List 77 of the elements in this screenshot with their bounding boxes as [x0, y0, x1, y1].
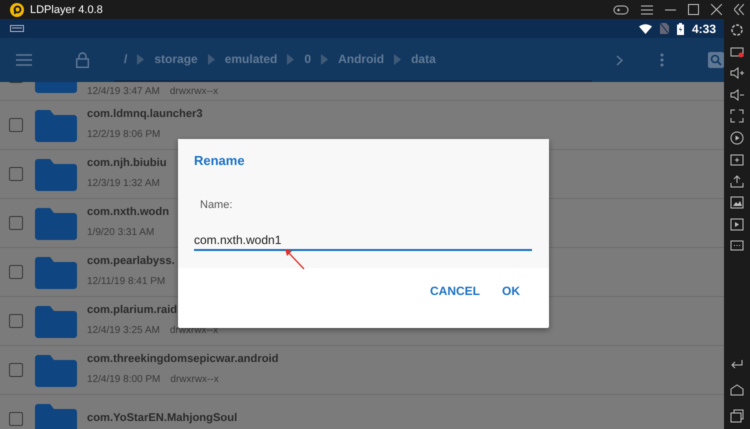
- path-segment[interactable]: /: [124, 52, 128, 66]
- triangle-separator-icon: [287, 54, 294, 64]
- image-icon[interactable]: [730, 195, 744, 209]
- folder-icon: [35, 354, 77, 386]
- file-date: 12/4/19 8:00 PM: [87, 374, 160, 385]
- play-icon[interactable]: [730, 130, 744, 144]
- recent-apps-icon[interactable]: [730, 409, 744, 423]
- folder-icon: [35, 206, 77, 240]
- folder-icon: [35, 256, 77, 288]
- path-segment[interactable]: 0: [304, 52, 312, 66]
- file-permissions: drwxrwx--x: [170, 86, 218, 97]
- close-icon[interactable]: [711, 4, 722, 15]
- path-segment[interactable]: Android: [338, 52, 384, 66]
- triangle-separator-icon: [321, 54, 328, 64]
- add-window-icon[interactable]: [730, 152, 744, 166]
- folder-icon: [35, 402, 77, 429]
- battery-icon: [676, 22, 684, 34]
- file-name: com.YoStarEN.MahjongSoul: [87, 412, 238, 424]
- file-permissions: drwxrwx--x: [170, 374, 219, 385]
- more-icon[interactable]: [730, 238, 744, 252]
- name-input-field[interactable]: com.nxth.wodn1: [194, 233, 532, 251]
- path-segment[interactable]: storage: [154, 52, 198, 66]
- back-icon[interactable]: [730, 357, 744, 371]
- checkbox[interactable]: [9, 167, 23, 181]
- file-date: 12/4/19 3:25 AM: [87, 325, 160, 336]
- path-segment[interactable]: emulated: [224, 52, 278, 66]
- status-time: 4:33: [692, 22, 716, 36]
- file-name: com.njh.biubiu: [87, 157, 167, 169]
- upload-icon[interactable]: [730, 174, 744, 188]
- checkbox[interactable]: [9, 265, 23, 279]
- no-sim-icon: [660, 23, 669, 34]
- file-name: com.ldmnq.launcher3: [87, 108, 203, 120]
- file-name: com.plarium.raid: [87, 304, 178, 316]
- dialog-button[interactable]: OK: [502, 284, 520, 298]
- file-date: 12/3/19 1:32 AM: [87, 178, 160, 189]
- checkbox[interactable]: [9, 314, 23, 328]
- menu-icon[interactable]: [641, 4, 653, 14]
- path-segment[interactable]: data: [411, 52, 436, 66]
- file-date: 12/2/19 8:06 PM: [87, 129, 160, 140]
- app-logo-icon: [10, 2, 24, 16]
- gamepad-icon[interactable]: [613, 4, 629, 14]
- file-permissions: drwxrwx--x: [170, 325, 218, 336]
- triangle-separator-icon: [394, 54, 402, 64]
- file-date: 12/11/19 8:41 PM: [87, 276, 166, 287]
- chevron-right-icon[interactable]: [616, 54, 623, 66]
- maximize-icon[interactable]: [688, 4, 699, 15]
- settings-icon[interactable]: [730, 23, 744, 37]
- video-icon[interactable]: [730, 216, 744, 230]
- minimize-icon[interactable]: [665, 8, 676, 10]
- volume-up-icon[interactable]: [730, 66, 744, 80]
- field-label: Name:: [200, 199, 234, 211]
- home-icon[interactable]: [730, 383, 744, 397]
- triangle-separator-icon: [208, 54, 215, 64]
- file-name: com.threekingdomsepicwar.android: [87, 353, 278, 365]
- checkbox[interactable]: [9, 412, 23, 426]
- lock-icon[interactable]: [76, 52, 89, 68]
- file-date: 12/4/19 3:47 AM: [87, 86, 160, 97]
- triangle-separator-icon: [137, 54, 144, 64]
- folder-icon: [35, 108, 77, 142]
- dialog-title: Rename: [194, 153, 246, 168]
- folder-icon: [35, 304, 77, 338]
- dialog-button[interactable]: CANCEL: [430, 284, 480, 298]
- folder-icon: [35, 158, 77, 190]
- checkbox[interactable]: [9, 118, 23, 132]
- checkbox[interactable]: [9, 363, 23, 377]
- file-name: com.pearlabyss.: [87, 255, 175, 267]
- more-options-icon[interactable]: [660, 53, 664, 67]
- volume-down-icon[interactable]: [730, 88, 744, 102]
- window-title: LDPlayer 4.0.8: [30, 4, 104, 16]
- fullscreen-icon[interactable]: [730, 109, 744, 123]
- file-date: 1/9/20 3:31 AM: [87, 227, 154, 238]
- annotation-arrow: [285, 249, 305, 270]
- checkbox[interactable]: [9, 216, 23, 230]
- wifi-icon: [638, 24, 652, 34]
- file-name: com.nxth.wodn: [87, 206, 170, 218]
- search-icon[interactable]: [708, 52, 724, 68]
- collapse-icon[interactable]: [734, 4, 744, 15]
